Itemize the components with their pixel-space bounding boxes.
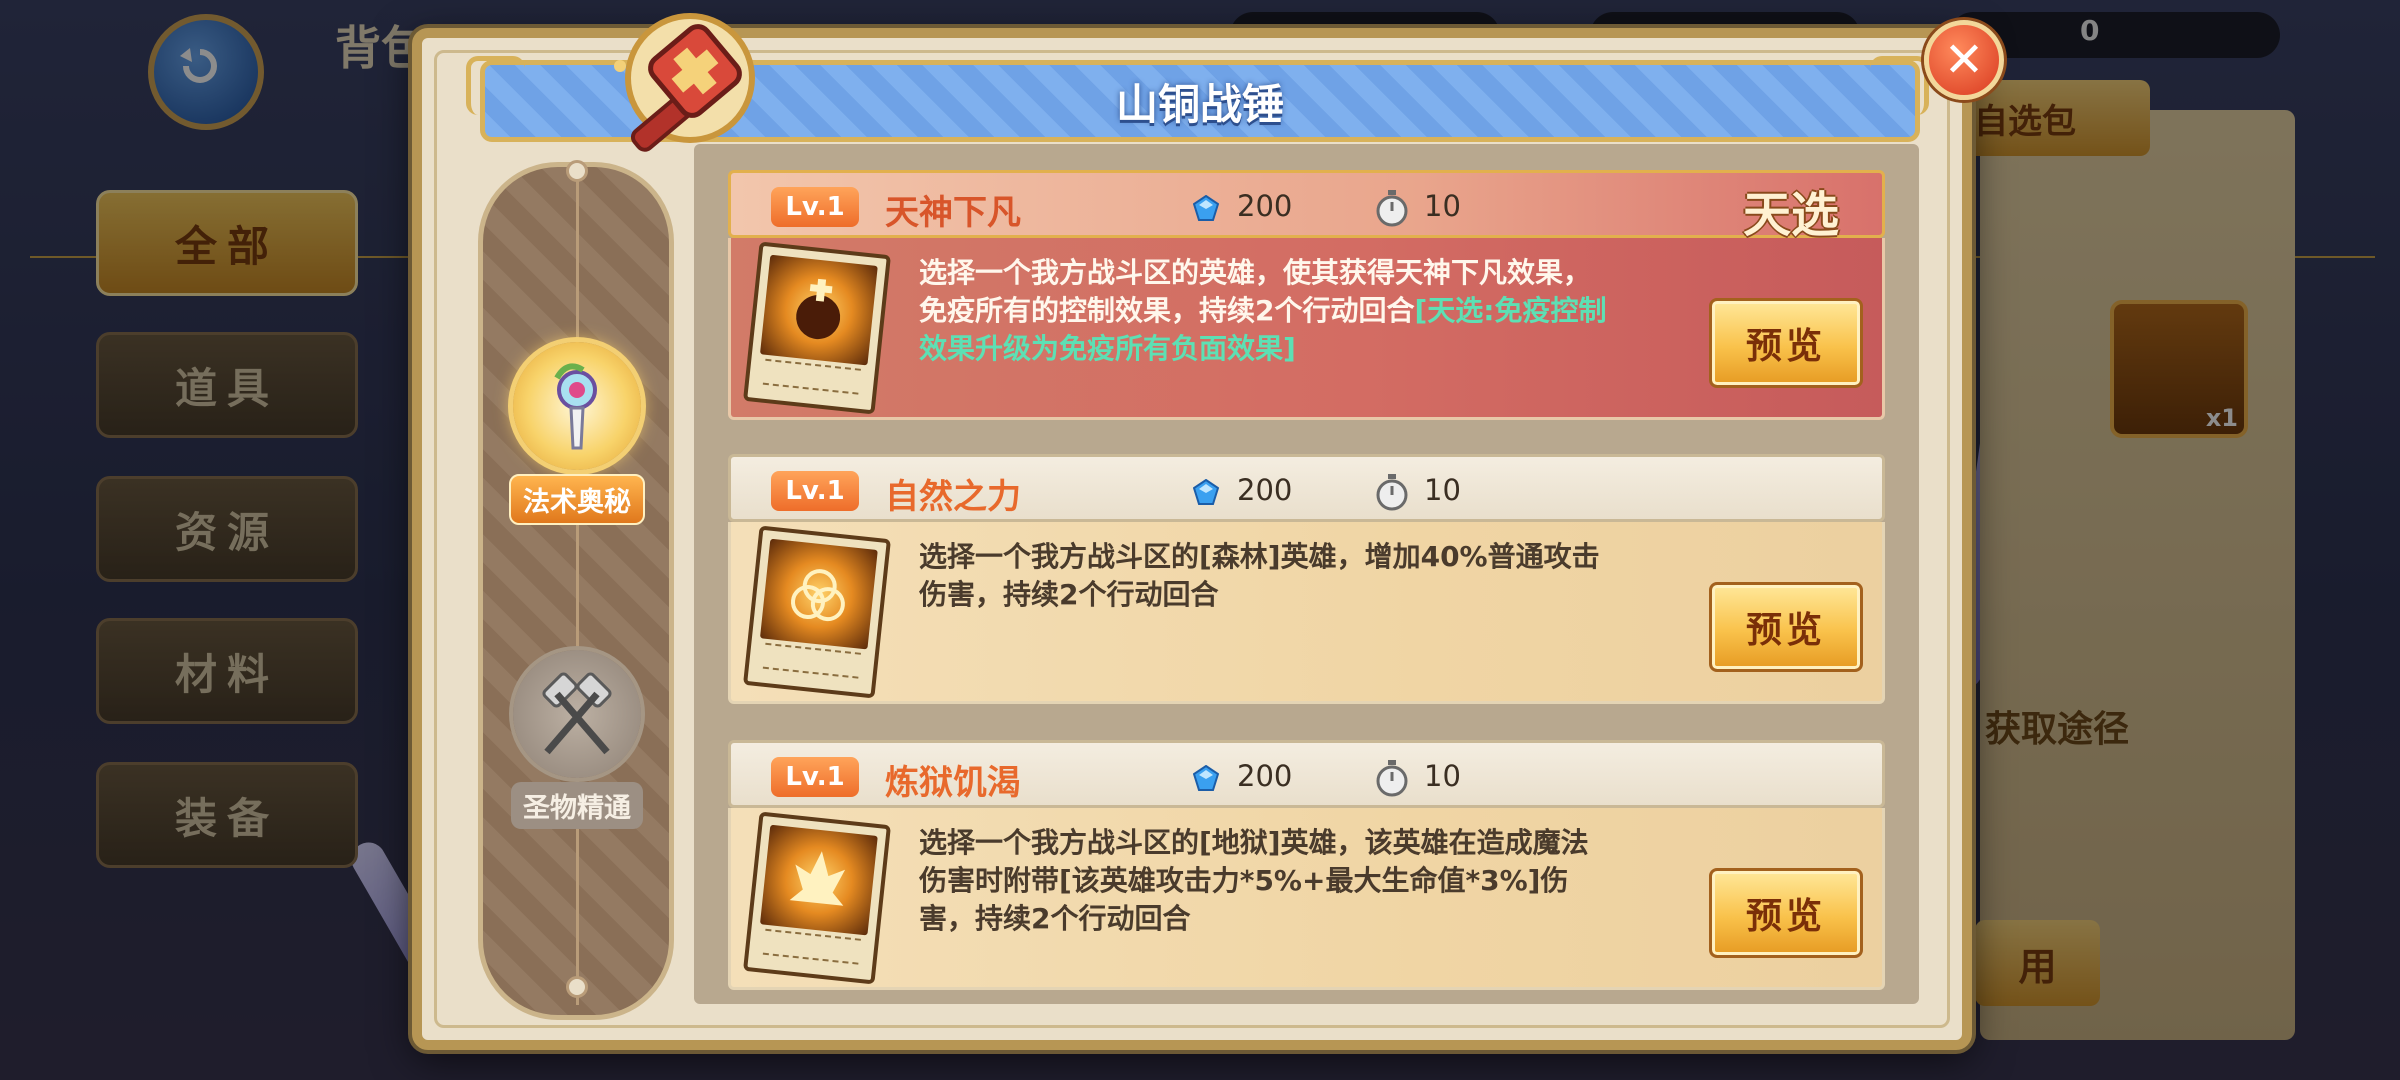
deity-icon [796,278,841,340]
skill-card-header: Lv.1 自然之力 200 10 [728,454,1885,522]
dialog-title: 山铜战锤 [1115,79,1284,129]
mana-gem-icon [1193,195,1219,221]
skill-cost: 200 [1237,473,1293,507]
skill-card-header: Lv.1 天神下凡 200 10 天选 [728,170,1885,243]
chosen-tag: 天选 [1743,187,1840,243]
skill-name: 自然之力 [885,477,1021,517]
skill-card-art [742,811,892,985]
level-badge: Lv.1 [771,757,859,797]
preview-button[interactable]: 预览 [1709,868,1863,958]
corner-ornament [1870,56,1929,115]
mana-gem-icon [1193,479,1219,505]
stopwatch-icon [1376,190,1408,227]
close-x-icon: ✕ [1943,32,1985,88]
skill-name: 天神下凡 [885,193,1021,233]
corner-ornament [466,56,525,115]
skill-description: 选择一个我方战斗区的英雄，使其获得天神下凡效果，免疫所有的控制效果，持续2个行动… [919,256,1607,365]
stopwatch-icon [1376,760,1408,797]
skill-description: 选择一个我方战斗区的[地狱]英雄，该英雄在造成魔法伤害时附带[该英雄攻击力*5%… [919,826,1589,935]
preview-button[interactable]: 预览 [1709,298,1863,388]
skill-card-body: 选择一个我方战斗区的[森林]英雄，增加40%普通攻击伤害，持续2个行动回合 预览 [728,522,1885,704]
skill-card-art [742,525,892,699]
rail-dot [566,976,588,998]
rail-line [576,175,579,1005]
school-label: 圣物精通 [511,782,643,829]
hellfire-icon [789,851,846,906]
crossed-hammers-icon [513,650,641,778]
school-tab-arcane[interactable]: 法术奥秘 [502,342,652,525]
skill-cost: 200 [1237,759,1293,793]
stopwatch-icon [1376,474,1408,511]
skill-card-art [742,241,892,415]
school-label: 法术奥秘 [509,474,645,525]
magic-staff-icon [513,342,641,470]
preview-button[interactable]: 预览 [1709,582,1863,672]
skill-card-body: 选择一个我方战斗区的[地狱]英雄，该英雄在造成魔法伤害时附带[该英雄攻击力*5%… [728,808,1885,990]
skill-cooldown: 10 [1424,759,1461,793]
skill-cooldown: 10 [1424,473,1461,507]
skill-card-body: 选择一个我方战斗区的英雄，使其获得天神下凡效果，免疫所有的控制效果，持续2个行动… [728,238,1885,420]
close-button[interactable]: ✕ [1924,20,2004,100]
skill-cooldown: 10 [1424,189,1461,223]
level-badge: Lv.1 [771,187,859,227]
school-tab-relic[interactable]: 圣物精通 [502,650,652,829]
level-badge: Lv.1 [771,471,859,511]
skill-card-header: Lv.1 炼狱饥渴 200 10 [728,740,1885,808]
skill-name: 炼狱饥渴 [885,763,1021,803]
mana-gem-icon [1193,765,1219,791]
skill-cost: 200 [1237,189,1293,223]
rail-dot [566,160,588,182]
skill-description: 选择一个我方战斗区的[森林]英雄，增加40%普通攻击伤害，持续2个行动回合 [919,540,1600,611]
triquetra-icon [790,569,845,622]
